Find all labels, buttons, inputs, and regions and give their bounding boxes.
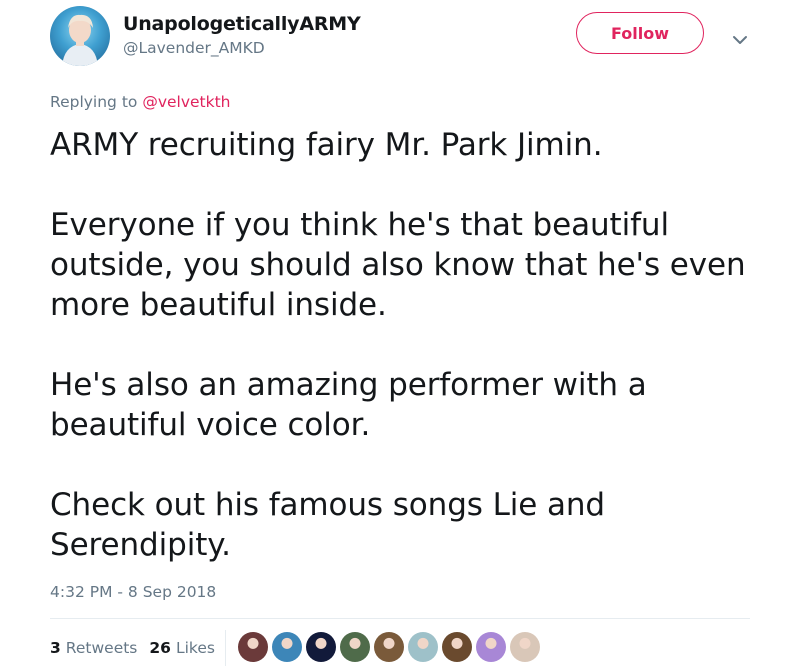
replying-to: Replying to @velvetkth [50,92,231,112]
liker-avatar[interactable] [442,632,472,662]
retweets-count: 3 [50,639,61,657]
stats-separator [225,630,226,666]
retweets-label: Retweets [65,639,138,657]
tweet-paragraph: ARMY recruiting fairy Mr. Park Jimin. [50,127,603,163]
user-avatar[interactable] [50,6,110,66]
chevron-down-icon[interactable] [732,31,748,44]
tweet-paragraph: Everyone if you think he's that beautifu… [50,207,746,323]
likes-count: 26 [149,639,171,657]
liker-avatar[interactable] [340,632,370,662]
liker-avatars [238,632,544,662]
liker-avatar[interactable] [510,632,540,662]
tweet-timestamp[interactable]: 4:32 PM - 8 Sep 2018 [50,582,216,602]
liker-avatar[interactable] [272,632,302,662]
divider [50,618,750,619]
user-names: UnapologeticallyARMY @Lavender_AMKD [123,12,361,59]
tweet-paragraph: Check out his famous songs Lie and Seren… [50,487,606,563]
reply-mention-link[interactable]: @velvetkth [142,93,230,111]
likes-stat[interactable]: 26 Likes [149,638,215,658]
tweet-paragraph: He's also an amazing performer with a be… [50,367,647,443]
likes-label: Likes [175,639,215,657]
display-name[interactable]: UnapologeticallyARMY [123,12,361,36]
liker-avatar[interactable] [306,632,336,662]
liker-avatar[interactable] [476,632,506,662]
replying-prefix: Replying to [50,93,143,111]
tweet-stats: 3 Retweets 26 Likes [50,638,227,658]
liker-avatar[interactable] [238,632,268,662]
retweets-stat[interactable]: 3 Retweets [50,638,137,658]
liker-avatar[interactable] [408,632,438,662]
liker-avatar[interactable] [374,632,404,662]
tweet-header: UnapologeticallyARMY @Lavender_AMKD Foll… [50,6,770,72]
follow-button[interactable]: Follow [576,12,704,54]
tweet-text: ARMY recruiting fairy Mr. Park Jimin. Ev… [50,125,770,565]
user-handle[interactable]: @Lavender_AMKD [123,37,361,59]
